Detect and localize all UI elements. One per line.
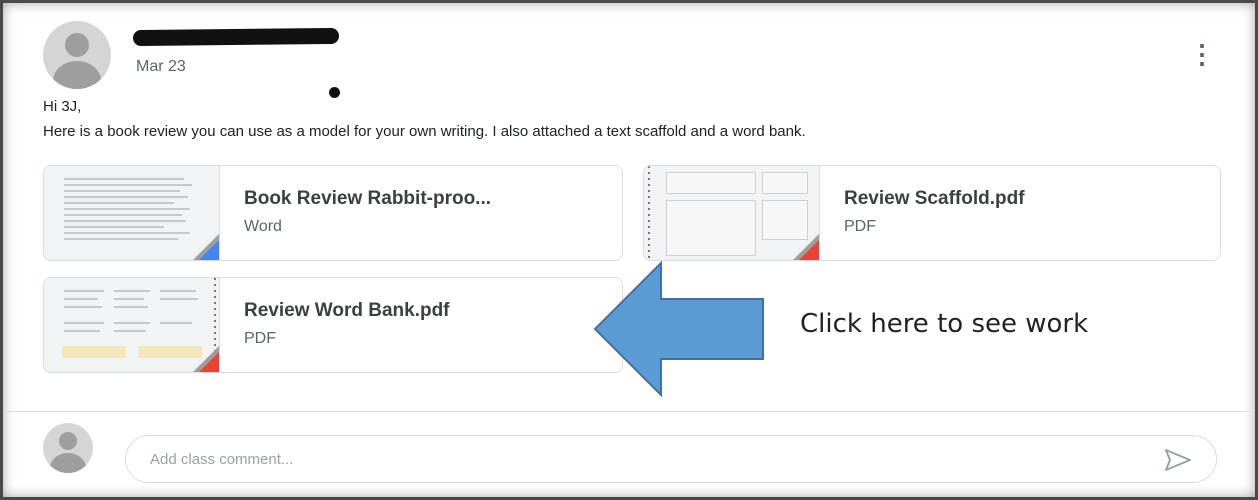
post-date: Mar 23 xyxy=(136,58,186,75)
send-icon[interactable] xyxy=(1164,448,1192,472)
attachment-title: Review Scaffold.pdf xyxy=(844,188,1025,209)
class-comment-input[interactable] xyxy=(150,448,1130,470)
stream-post-frame: Mar 23 ⋮ Hi 3J, Here is a book review yo… xyxy=(0,0,1258,500)
attachment-type: PDF xyxy=(844,218,876,235)
post-greeting: Hi 3J, xyxy=(43,98,82,115)
attachment-thumbnail xyxy=(44,166,220,260)
attachment-card-word-bank[interactable]: Review Word Bank.pdf PDF xyxy=(43,277,623,373)
post-message: Here is a book review you can use as a m… xyxy=(43,123,806,140)
attachment-title: Review Word Bank.pdf xyxy=(244,300,450,321)
attachment-type: PDF xyxy=(244,330,276,347)
pointer-arrow-icon xyxy=(593,260,764,398)
class-comment-box[interactable] xyxy=(125,435,1217,483)
attachment-type: Word xyxy=(244,218,282,235)
commenter-avatar xyxy=(43,423,93,473)
redaction-mark xyxy=(329,87,340,98)
callout-text: Click here to see work xyxy=(800,309,1089,339)
comment-divider xyxy=(3,411,1255,412)
stream-post: Mar 23 ⋮ Hi 3J, Here is a book review yo… xyxy=(3,3,1255,411)
pdf-badge-icon xyxy=(799,240,819,260)
attachment-card-book-review[interactable]: Book Review Rabbit-proo... Word xyxy=(43,165,623,261)
pdf-badge-icon xyxy=(199,352,219,372)
author-name-redacted xyxy=(132,27,340,47)
attachment-thumbnail xyxy=(44,278,220,372)
author-avatar xyxy=(43,21,111,89)
attachment-card-review-scaffold[interactable]: Review Scaffold.pdf PDF xyxy=(643,165,1221,261)
word-badge-icon xyxy=(199,240,219,260)
attachment-thumbnail xyxy=(644,166,820,260)
attachment-title: Book Review Rabbit-proo... xyxy=(244,188,492,209)
more-vert-icon[interactable]: ⋮ xyxy=(1189,39,1215,69)
